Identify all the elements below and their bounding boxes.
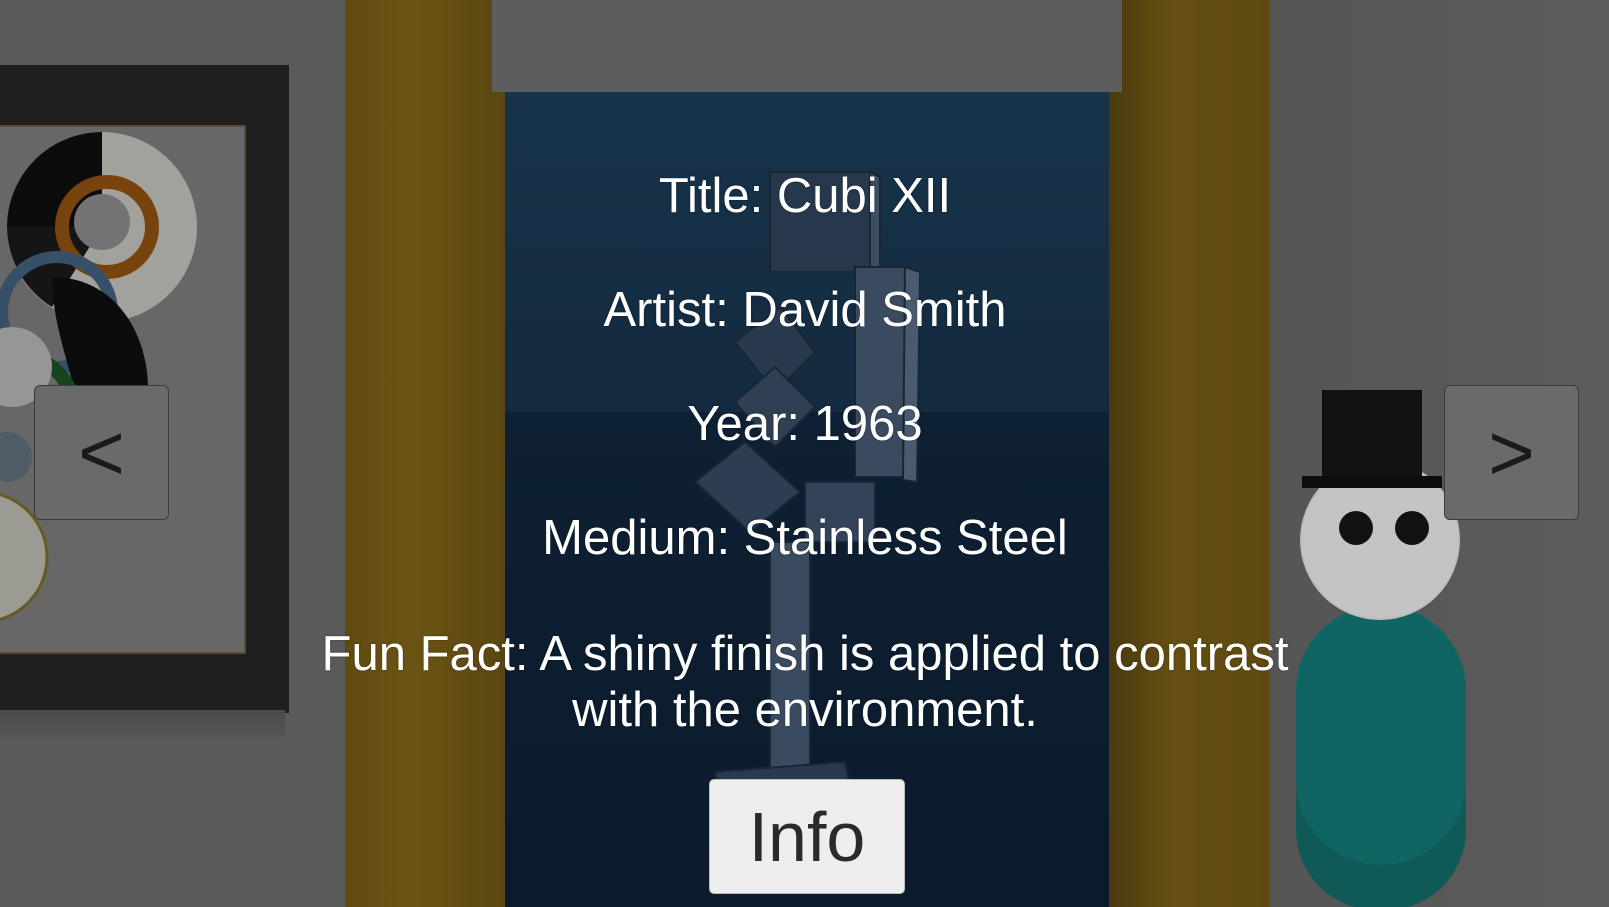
- artwork-year: Year: 1963: [687, 397, 923, 451]
- artwork-artist: Artist: David Smith: [603, 283, 1007, 337]
- chevron-right-icon: >: [1488, 407, 1535, 497]
- next-artwork-button[interactable]: >: [1444, 385, 1579, 520]
- info-button[interactable]: Info: [709, 779, 905, 894]
- gallery-scene: Title: Cubi XII Artist: David Smith Year…: [0, 0, 1609, 907]
- artwork-title: Title: Cubi XII: [658, 169, 952, 223]
- previous-artwork-button[interactable]: <: [34, 385, 169, 520]
- chevron-left-icon: <: [78, 407, 125, 497]
- info-button-label: Info: [748, 797, 866, 876]
- artwork-medium: Medium: Stainless Steel: [542, 511, 1068, 565]
- artwork-info-panel: Title: Cubi XII Artist: David Smith Year…: [280, 0, 1330, 907]
- artwork-fun-fact: Fun Fact: A shiny finish is applied to c…: [321, 627, 1289, 737]
- painting-shadow-ledge: [0, 710, 285, 738]
